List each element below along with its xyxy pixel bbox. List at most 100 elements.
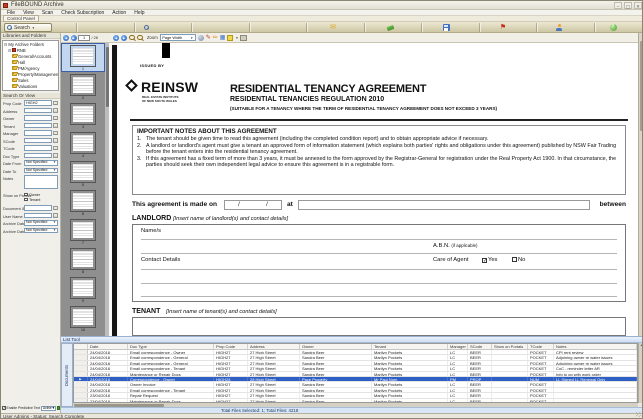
column-header-row-marker[interactable] (74, 344, 88, 349)
column-header-manager[interactable]: Manager (448, 344, 468, 349)
tenant-checkbox[interactable] (24, 197, 28, 202)
column-header-date[interactable]: Date (88, 344, 128, 349)
thumbnail-page-2[interactable]: 2 (61, 72, 105, 101)
document-viewer[interactable]: ISSUED BY REINSW REAL ESTATE INSTITUTE O… (109, 43, 638, 336)
zoom-in-icon[interactable] (137, 34, 143, 41)
browse-button[interactable]: … (53, 213, 58, 218)
thumbnail-page-6[interactable]: 6 (61, 188, 105, 217)
tcode-input[interactable] (24, 145, 52, 151)
thumbnail-list: 1 2 3 4 5 6 7 8 9 10 (61, 43, 109, 333)
disc-icon[interactable] (197, 34, 204, 41)
issued-by-label: ISSUED BY (140, 63, 165, 68)
column-header-tenant[interactable]: Tenant (372, 344, 448, 349)
column-header-tcode[interactable]: TCode (528, 344, 554, 349)
thumbnail-page-1[interactable]: 1 (61, 43, 105, 72)
thumbnail-page-9[interactable]: 9 (61, 275, 105, 304)
viewer-scrollbar[interactable] (638, 33, 642, 336)
date-to-select[interactable]: Not Specified ▼ (24, 167, 58, 173)
date-from-select[interactable]: Not Specified ▼ (24, 160, 58, 166)
thumbnail-page-10[interactable]: 10 (61, 304, 105, 333)
thumbnail-page-4[interactable]: 4 (61, 130, 105, 159)
field-label: Document ID (3, 206, 26, 211)
notes-textarea[interactable] (24, 175, 58, 189)
menu-item-action[interactable]: Action (108, 10, 130, 16)
column-header-address[interactable]: Address (248, 344, 300, 349)
minimize-button[interactable]: – (614, 2, 622, 9)
next-page-button[interactable]: ▶ (70, 34, 77, 41)
highlighter-button[interactable] (383, 22, 397, 33)
owner-checkbox[interactable] (24, 192, 28, 197)
thumbnail-page-5[interactable]: 5 (61, 159, 105, 188)
grid-vertical-scrollbar[interactable]: ▲ (638, 343, 642, 403)
thumbnail-page-8[interactable]: 8 (61, 246, 105, 275)
resize-grip[interactable] (636, 412, 641, 417)
cell (554, 393, 637, 398)
menu-item-help[interactable]: Help (130, 10, 148, 16)
archive-date-to-select[interactable]: Not Specified ▼ (24, 227, 58, 233)
cell: LC (448, 387, 468, 393)
flag-button[interactable]: ⚑ (496, 22, 510, 33)
user-name-input[interactable] (24, 212, 52, 218)
copy-icon[interactable] (240, 34, 248, 41)
doc-type-input[interactable] (24, 152, 52, 158)
tenant-input[interactable] (24, 122, 52, 128)
address-input[interactable] (24, 107, 52, 113)
email-button[interactable]: ✉ (326, 22, 340, 33)
browse-button[interactable]: … (53, 130, 58, 135)
thumbnail-page-3[interactable]: 3 (61, 101, 105, 130)
column-header-prop-code[interactable]: Prop Code (214, 344, 248, 349)
tree-folder-valuations[interactable]: Valuations (3, 83, 58, 89)
save-button[interactable] (439, 22, 453, 33)
browse-button[interactable]: … (53, 205, 58, 210)
control-panel-tab[interactable]: Control Panel (3, 15, 39, 22)
thumbnail-page-7[interactable]: 7 (61, 217, 105, 246)
important-note: 1. The tenant should be given time to rea… (137, 136, 621, 143)
column-header-doc-type[interactable]: Doc Type (128, 344, 214, 349)
page-number-input[interactable]: 1 (78, 34, 90, 41)
search-button[interactable]: Search ▼ (4, 23, 52, 32)
help-button[interactable]: ? (606, 22, 620, 33)
grid-icon[interactable]: ▦ (220, 34, 226, 42)
column-header-scode[interactable]: SCode (468, 344, 492, 349)
select-value: Not Specified (26, 160, 48, 165)
chevron-down-icon: ▼ (190, 35, 194, 40)
red-pen-icon[interactable]: ✎ (206, 34, 211, 42)
browse-button[interactable]: … (53, 153, 58, 158)
archive-date-from-select[interactable]: Not Specified ▼ (24, 220, 58, 226)
owner-input[interactable] (24, 115, 52, 121)
tree-expand-icon[interactable]: ⊟ (8, 48, 11, 53)
predictive-mode-select[interactable]: Active ▼ (41, 405, 56, 411)
zoom-mode-select[interactable]: Page Width ▼ (159, 34, 196, 41)
manager-input[interactable] (24, 130, 52, 136)
browse-button[interactable]: … (53, 138, 58, 143)
scode-input[interactable] (24, 137, 52, 143)
documents-tab[interactable]: Documents (61, 343, 73, 407)
pencil-icon[interactable]: ✏ (213, 34, 218, 42)
menu-item-scan[interactable]: Scan (38, 10, 57, 16)
browse-button[interactable]: … (53, 100, 58, 105)
sticky-note-icon[interactable] (227, 34, 234, 41)
menu-item-check-subscription[interactable]: Check Subscription (57, 10, 108, 16)
column-header-notes[interactable]: Notes (554, 344, 637, 349)
previous-page-button[interactable]: ◀ (63, 34, 69, 41)
document-id-input[interactable] (24, 205, 52, 211)
cell: Email correspondence - General (128, 360, 214, 366)
browse-button[interactable]: … (53, 123, 58, 128)
browse-button[interactable]: … (53, 145, 58, 150)
browse-button[interactable]: … (53, 108, 58, 113)
landlord-heading: LANDLORD (132, 215, 172, 222)
column-header-show-on-portals[interactable]: Show on Portals (492, 344, 528, 349)
chevron-down-icon[interactable]: ▼ (235, 36, 238, 40)
close-button[interactable]: ✕ (634, 2, 642, 9)
column-header-owner[interactable]: Owner (300, 344, 372, 349)
find-button[interactable] (139, 22, 153, 33)
tree-expand-icon[interactable]: ⊟ (4, 42, 7, 47)
user-button[interactable] (552, 22, 566, 33)
previous-document-button[interactable]: ◀ (113, 34, 119, 41)
maximize-button[interactable]: ▢ (624, 2, 632, 9)
browse-button[interactable]: … (53, 115, 58, 120)
predictive-text-checkbox[interactable]: ✓ (2, 406, 6, 410)
zoom-out-icon[interactable] (129, 34, 135, 41)
next-document-button[interactable]: ▶ (121, 34, 127, 41)
prop-code-input[interactable]: HIGH2 (24, 100, 52, 106)
